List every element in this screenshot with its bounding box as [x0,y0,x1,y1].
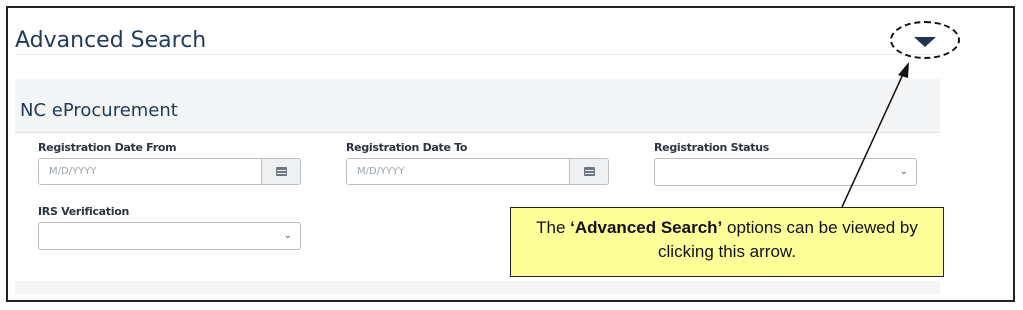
annotation-callout: The ‘Advanced Search’ options can be vie… [510,207,944,277]
callout-text-before: The [536,218,571,237]
callout-text-bold: ‘Advanced Search’ [570,218,723,237]
